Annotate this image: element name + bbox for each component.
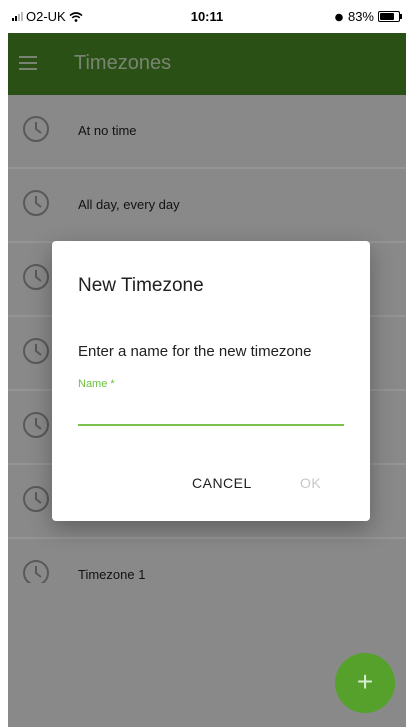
name-field-label: Name * xyxy=(78,378,115,390)
battery-icon xyxy=(378,11,402,22)
battery-percent: 83% xyxy=(347,9,374,24)
new-timezone-dialog: New Timezone Enter a name for the new ti… xyxy=(52,241,370,521)
status-right: 83% xyxy=(334,9,402,24)
dialog-message: Enter a name for the new timezone xyxy=(78,343,312,360)
ok-button[interactable]: OK xyxy=(300,475,321,491)
dialog-title: New Timezone xyxy=(78,275,204,296)
cancel-button[interactable]: CANCEL xyxy=(192,475,252,491)
status-bar: O2-UK 10:11 83% xyxy=(8,0,406,33)
alarm-icon xyxy=(335,13,343,21)
name-input[interactable] xyxy=(78,396,344,426)
add-timezone-button[interactable]: + xyxy=(335,653,395,713)
phone-screen: O2-UK 10:11 83% Timezones At no time All xyxy=(8,0,406,727)
